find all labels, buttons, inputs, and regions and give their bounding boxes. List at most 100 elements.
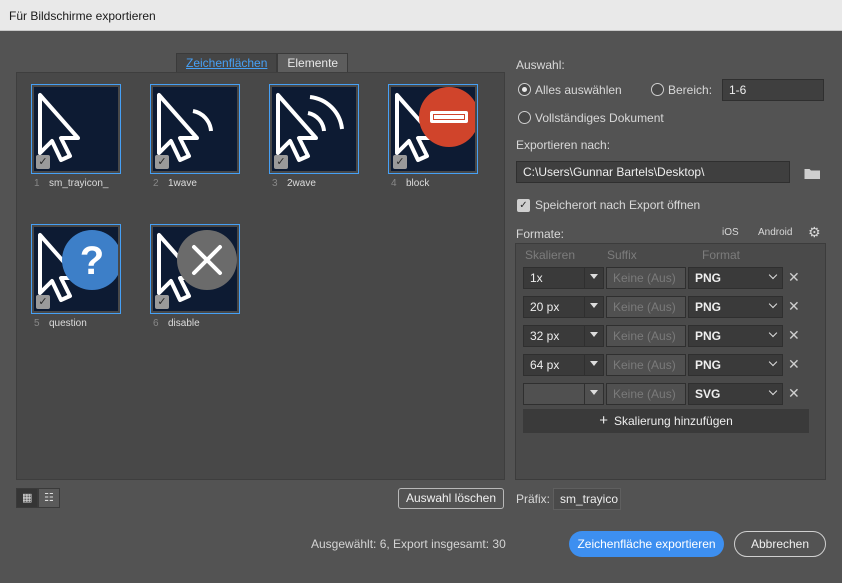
checkmark-icon[interactable]: ✓: [155, 155, 169, 169]
artboard-preview: ? ✓: [34, 227, 118, 311]
artboard-tile[interactable]: ✓ 6 disable: [150, 224, 240, 332]
view-toggle: ▦ ☷: [16, 488, 60, 508]
chevron-down-icon: [768, 299, 778, 309]
scale-input[interactable]: 1x: [523, 267, 585, 289]
suffix-input[interactable]: Keine (Aus): [606, 267, 686, 289]
range-radio[interactable]: [651, 83, 664, 96]
suffix-input[interactable]: Keine (Aus): [606, 296, 686, 318]
format-select[interactable]: PNG: [688, 354, 783, 376]
suffix-input[interactable]: Keine (Aus): [606, 325, 686, 347]
artboard-name: block: [406, 178, 430, 189]
artboard-name: disable: [168, 318, 200, 329]
close-icon[interactable]: ✕: [788, 327, 800, 344]
artboard-preview: ✓: [153, 227, 237, 311]
column-scale: Skalieren: [525, 248, 576, 262]
artboard-number: 3: [272, 178, 278, 189]
chevron-down-icon: [590, 274, 598, 279]
artboard-thumbnail[interactable]: ✓: [269, 84, 359, 174]
full-document-radio[interactable]: [518, 111, 531, 124]
chevron-down-icon: [768, 270, 778, 280]
checkmark-icon[interactable]: ✓: [393, 155, 407, 169]
artboard-name: 1wave: [168, 178, 197, 189]
tab-assets[interactable]: Elemente: [277, 53, 349, 73]
artboard-label: 1 sm_trayicon_: [31, 178, 121, 192]
export-artboard-button[interactable]: Zeichenfläche exportieren: [569, 531, 724, 557]
range-input[interactable]: 1-6: [722, 79, 824, 101]
format-value: PNG: [695, 358, 722, 372]
select-all-label: Alles auswählen: [535, 83, 622, 97]
export-path-input[interactable]: C:\Users\Gunnar Bartels\Desktop\: [516, 161, 790, 183]
list-view-button[interactable]: ☷: [38, 488, 60, 508]
format-select[interactable]: PNG: [688, 267, 783, 289]
suffix-input[interactable]: Keine (Aus): [606, 383, 686, 405]
scale-dropdown-button[interactable]: [584, 354, 604, 376]
scale-dropdown-button[interactable]: [584, 267, 604, 289]
scale-dropdown-button[interactable]: [584, 383, 604, 405]
artboard-tile[interactable]: ✓ 4 block: [388, 84, 478, 192]
artboard-thumbnail[interactable]: ✓: [388, 84, 478, 174]
chevron-down-icon: [590, 332, 598, 337]
full-document-label: Vollständiges Dokument: [535, 111, 664, 125]
artboard-number: 4: [391, 178, 397, 189]
checkmark-icon[interactable]: ✓: [274, 155, 288, 169]
select-all-radio[interactable]: [518, 83, 531, 96]
artboard-number: 1: [34, 178, 40, 189]
selection-heading: Auswahl:: [516, 58, 565, 72]
scale-input[interactable]: [523, 383, 585, 405]
chevron-down-icon: [768, 328, 778, 338]
artboard-thumbnail[interactable]: ✓: [31, 84, 121, 174]
suffix-input[interactable]: Keine (Aus): [606, 354, 686, 376]
ios-preset-button[interactable]: iOS: [722, 227, 739, 238]
format-select[interactable]: PNG: [688, 325, 783, 347]
column-format: Format: [702, 248, 741, 262]
artboard-thumbnail[interactable]: ✓: [150, 84, 240, 174]
checkmark-icon[interactable]: ✓: [36, 295, 50, 309]
folder-icon[interactable]: [804, 167, 821, 180]
window-title: Für Bildschirme exportieren: [9, 9, 156, 23]
chevron-down-icon: [590, 390, 598, 395]
range-label: Bereich:: [668, 83, 713, 97]
export-to-heading: Exportieren nach:: [516, 138, 611, 152]
scale-input[interactable]: 20 px: [523, 296, 585, 318]
format-select[interactable]: SVG: [688, 383, 783, 405]
clear-selection-button[interactable]: Auswahl löschen: [398, 488, 504, 509]
artboard-thumbnail[interactable]: ✓: [150, 224, 240, 314]
artboard-tile[interactable]: ? ✓ 5 question: [31, 224, 121, 332]
scale-input[interactable]: 32 px: [523, 325, 585, 347]
artboard-tile[interactable]: ✓ 1 sm_trayicon_: [31, 84, 121, 192]
artboard-name: 2wave: [287, 178, 316, 189]
artboard-label: 4 block: [388, 178, 478, 192]
format-value: SVG: [695, 387, 721, 401]
scale-dropdown-button[interactable]: [584, 296, 604, 318]
artboard-label: 5 question: [31, 318, 121, 332]
open-after-export-checkbox[interactable]: ✓: [517, 199, 530, 212]
checkmark-icon[interactable]: ✓: [155, 295, 169, 309]
scale-dropdown-button[interactable]: [584, 325, 604, 347]
prefix-input[interactable]: sm_trayico: [553, 488, 621, 510]
scale-input[interactable]: 64 px: [523, 354, 585, 376]
add-scale-button[interactable]: + Skalierung hinzufügen: [523, 409, 809, 433]
artboard-label: 3 2wave: [269, 178, 359, 192]
artboard-thumbnail[interactable]: ? ✓: [31, 224, 121, 314]
cancel-button[interactable]: Abbrechen: [734, 531, 826, 557]
artboard-tile[interactable]: ✓ 3 2wave: [269, 84, 359, 192]
tab-artboards[interactable]: Zeichenflächen: [176, 53, 278, 73]
close-icon[interactable]: ✕: [788, 385, 800, 402]
artboard-preview: ✓: [34, 87, 118, 171]
grid-view-button[interactable]: ▦: [16, 488, 38, 508]
android-preset-button[interactable]: Android: [758, 227, 792, 238]
gear-icon[interactable]: ⚙: [808, 224, 821, 241]
tab-bar: Zeichenflächen Elemente: [176, 53, 349, 73]
close-icon[interactable]: ✕: [788, 298, 800, 315]
checkmark-icon[interactable]: ✓: [36, 155, 50, 169]
artboard-tile[interactable]: ✓ 2 1wave: [150, 84, 240, 192]
close-icon[interactable]: ✕: [788, 356, 800, 373]
close-icon[interactable]: ✕: [788, 269, 800, 286]
chevron-down-icon: [768, 386, 778, 396]
formats-heading: Formate:: [516, 227, 565, 241]
format-select[interactable]: PNG: [688, 296, 783, 318]
list-view-icon: ☷: [44, 492, 54, 504]
title-bar: Für Bildschirme exportieren: [0, 0, 842, 31]
artboard-preview: ✓: [153, 87, 237, 171]
artboard-preview: ✓: [272, 87, 356, 171]
